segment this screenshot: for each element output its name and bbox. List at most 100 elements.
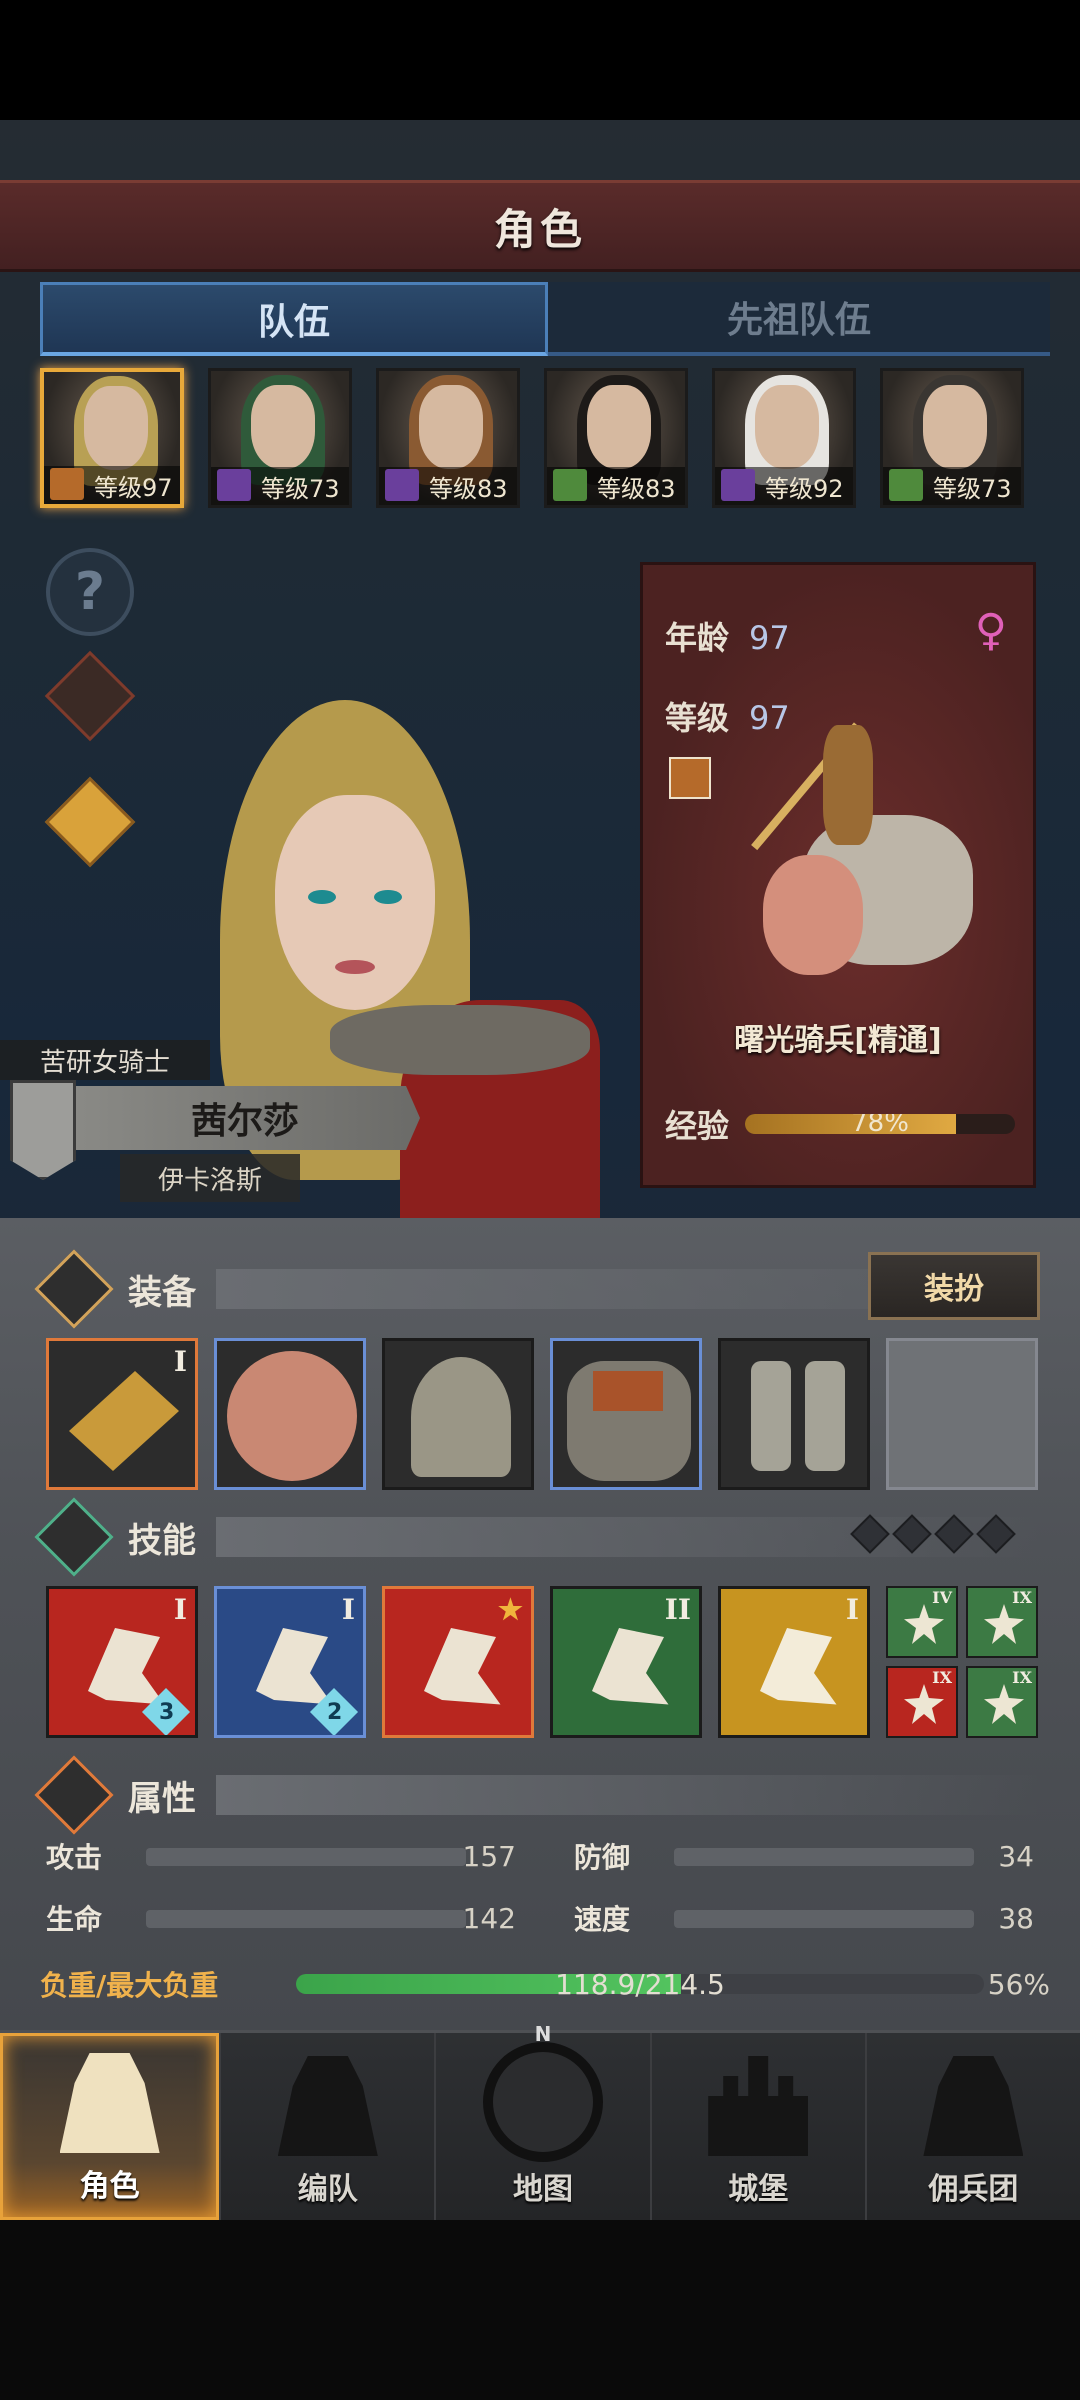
skill-slot-2[interactable]: I 2 xyxy=(214,1586,366,1738)
lbl: 城堡 xyxy=(728,2172,789,2207)
helmet-icon xyxy=(277,2056,378,2156)
track xyxy=(674,1910,974,1928)
hero-name[interactable]: 茜尔莎 xyxy=(70,1086,420,1150)
skill-slot-4[interactable]: II xyxy=(550,1586,702,1738)
page-title: 角色 xyxy=(493,204,586,254)
ms xyxy=(904,1604,944,1644)
scarf xyxy=(593,1371,663,1411)
cavalry-class-icon xyxy=(669,757,711,799)
lbl: 角色 xyxy=(79,2169,140,2204)
unit-illustration[interactable] xyxy=(743,705,983,1005)
hp-label: 生命 xyxy=(46,1903,103,1936)
nav-castle[interactable]: 城堡 xyxy=(649,2033,865,2220)
party-member-6[interactable]: 等级73 xyxy=(880,368,1024,508)
ring-slot[interactable] xyxy=(886,1338,1038,1490)
attack-label: 攻击 xyxy=(46,1841,103,1874)
castle-icon xyxy=(708,2056,809,2156)
cavalry-class-icon xyxy=(50,468,84,500)
hero-nameplate: 苦研女骑士 茜尔莎 伊卡洛斯 xyxy=(0,1040,430,1220)
speed-value: 38 xyxy=(998,1901,1034,1935)
speed-label: 速度 xyxy=(574,1903,631,1936)
shield-icon xyxy=(227,1351,357,1481)
ring-slot-icon xyxy=(925,1387,1005,1443)
star-emblem-icon xyxy=(34,1497,114,1577)
tab-party[interactable]: 队伍 xyxy=(40,282,548,356)
track xyxy=(674,1848,974,1866)
roman: I xyxy=(845,1593,859,1626)
passive-skill-2[interactable]: IX xyxy=(966,1586,1038,1658)
compass-n: N xyxy=(534,2022,552,2046)
party-member-4[interactable]: 等级83 xyxy=(544,368,688,508)
defense-value: 34 xyxy=(998,1839,1034,1873)
help-icon[interactable]: ? xyxy=(46,548,134,636)
nav-mercenary[interactable]: 佣兵团 xyxy=(864,2033,1080,2220)
knight-icon xyxy=(59,2053,160,2153)
character-silhouette-icon[interactable] xyxy=(44,650,136,742)
skill-gem-slots xyxy=(850,1514,1016,1554)
skill-slot-1[interactable]: I 3 xyxy=(46,1586,198,1738)
female-icon: ♀ xyxy=(974,605,1007,656)
gem-slot-icon xyxy=(934,1514,974,1554)
party-member-1[interactable]: 等级97 xyxy=(40,368,184,508)
mr: IX xyxy=(1012,1588,1032,1607)
ms xyxy=(984,1604,1024,1644)
hp-row: 生命 142 xyxy=(46,1894,516,1942)
exp-percent-text: 78% xyxy=(851,1114,909,1134)
hero-eye xyxy=(374,890,402,904)
helmet-slot[interactable] xyxy=(382,1338,534,1490)
track xyxy=(146,1848,466,1866)
mr: IX xyxy=(932,1668,952,1687)
mercenary-banner-icon xyxy=(923,2056,1024,2156)
portrait-face xyxy=(84,386,148,470)
portrait-face xyxy=(587,385,651,469)
party-roster: 等级97 等级73 等级83 等级83 等级92 等级73 xyxy=(40,368,1040,508)
hero-face xyxy=(275,795,435,1010)
passive-skill-1[interactable]: IV xyxy=(886,1586,958,1658)
hero-eye xyxy=(308,890,336,904)
party-member-3[interactable]: 等级83 xyxy=(376,368,520,508)
figure-emblem-icon xyxy=(34,1755,114,1835)
nav-formation[interactable]: 编队 xyxy=(219,2033,435,2220)
lbl: 编队 xyxy=(297,2172,358,2207)
boots-icon xyxy=(751,1361,791,1471)
shield-slot[interactable] xyxy=(214,1338,366,1490)
mr: IX xyxy=(1012,1668,1032,1687)
skill-slot-3[interactable]: ★ xyxy=(382,1586,534,1738)
equipment-slots: I xyxy=(46,1338,1038,1490)
passive-skill-4[interactable]: IX xyxy=(966,1666,1038,1738)
hp-value: 142 xyxy=(462,1901,516,1935)
age-row: 年龄 97 xyxy=(665,613,790,659)
defense-label: 防御 xyxy=(574,1841,631,1874)
level-label: 等级 xyxy=(665,699,730,737)
shape xyxy=(424,1628,501,1705)
boots-slot[interactable] xyxy=(718,1338,870,1490)
inventory-bag-icon[interactable] xyxy=(44,776,136,868)
skill-slot-5[interactable]: I xyxy=(718,1586,870,1738)
house-banner-icon xyxy=(10,1080,76,1180)
gem-slot-icon xyxy=(892,1514,932,1554)
outfit-button[interactable]: 装扮 xyxy=(868,1252,1040,1320)
portrait-face xyxy=(251,385,315,469)
exp-row: 经验 78% xyxy=(665,1101,1016,1147)
nav-map[interactable]: N 地图 xyxy=(434,2022,650,2220)
passive-skill-3[interactable]: IX xyxy=(886,1666,958,1738)
lbl: 佣兵团 xyxy=(928,2172,1019,2207)
ms xyxy=(904,1684,944,1724)
roman: II xyxy=(664,1593,691,1626)
equipment-label: 装备 xyxy=(128,1272,196,1313)
party-member-2[interactable]: 等级73 xyxy=(208,368,352,508)
weapon-slot[interactable]: I xyxy=(46,1338,198,1490)
boots-icon xyxy=(805,1361,845,1471)
lvn: 2 xyxy=(327,1700,343,1725)
helmet-icon xyxy=(411,1357,511,1477)
shape xyxy=(592,1628,669,1705)
load-value: 118.9/214.5 xyxy=(555,1967,725,2001)
nav-character[interactable]: 角色 xyxy=(0,2033,220,2220)
shield xyxy=(763,855,863,975)
party-member-5[interactable]: 等级92 xyxy=(712,368,856,508)
armor-slot[interactable] xyxy=(550,1338,702,1490)
tab-ancestor-party[interactable]: 先祖队伍 xyxy=(548,282,1050,356)
gem-slot-icon xyxy=(976,1514,1016,1554)
weapon-icon xyxy=(69,1371,179,1471)
attributes-label: 属性 xyxy=(128,1778,196,1819)
